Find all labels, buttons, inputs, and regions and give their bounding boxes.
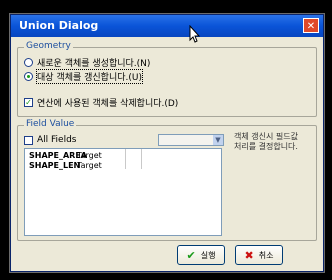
field-value-dropdown[interactable]: ▼ xyxy=(158,134,224,146)
cancel-button-label: 취소 xyxy=(258,250,274,260)
cancel-button[interactable]: ✖ 취소 xyxy=(235,245,283,265)
field-value: Target xyxy=(77,161,102,170)
checkbox-unchecked-icon xyxy=(24,135,33,145)
table-row[interactable]: SHAPE_LEN Target xyxy=(25,161,221,171)
radio-update-target[interactable]: 대상 객체를 갱신합니다.(U) xyxy=(24,69,143,84)
checkbox-checked-icon: ✓ xyxy=(24,98,33,107)
checkbox-delete-used[interactable]: ✓ 연산에 사용된 객체를 삭제합니다.(D) xyxy=(24,96,178,109)
mouse-cursor-icon xyxy=(189,25,201,43)
field-list[interactable]: SHAPE_AREA Target SHAPE_LEN Target xyxy=(24,148,222,236)
field-value-legend: Field Value xyxy=(24,119,77,129)
table-row[interactable]: SHAPE_AREA Target xyxy=(25,151,221,161)
radio-selected-icon xyxy=(24,72,33,81)
field-value-note: 객체 갱신시 필드값 처리를 결정합니다. xyxy=(234,132,298,151)
geometry-group: Geometry 새로운 객체를 생성합니다.(N) 대상 객체를 갱신합니다.… xyxy=(17,41,317,117)
cross-icon: ✖ xyxy=(244,248,254,262)
field-name: SHAPE_LEN xyxy=(29,161,81,170)
close-icon: ✕ xyxy=(306,21,316,32)
field-value-group: Field Value All Fields ▼ 객체 갱신시 필드값 처리를 … xyxy=(17,119,317,241)
checkbox-delete-used-label: 연산에 사용된 객체를 삭제합니다.(D) xyxy=(37,99,179,109)
ok-button-label: 실행 xyxy=(200,250,216,260)
radio-create-new-label: 새로운 객체를 생성합니다.(N) xyxy=(37,59,151,69)
title-bar[interactable]: Union Dialog ✕ xyxy=(11,15,323,37)
chevron-down-icon[interactable]: ▼ xyxy=(213,135,223,145)
field-value: Target xyxy=(77,151,102,160)
geometry-legend: Geometry xyxy=(24,41,73,51)
radio-icon xyxy=(24,58,33,67)
window-title: Union Dialog xyxy=(19,19,99,32)
checkbox-all-fields[interactable]: All Fields xyxy=(24,135,76,145)
checkmark-icon: ✔ xyxy=(186,248,196,262)
radio-create-new[interactable]: 새로운 객체를 생성합니다.(N) xyxy=(24,56,150,69)
checkbox-all-fields-label: All Fields xyxy=(37,135,77,145)
radio-update-target-label: 대상 객체를 갱신합니다.(U) xyxy=(36,69,143,84)
close-button[interactable]: ✕ xyxy=(303,18,319,33)
ok-button[interactable]: ✔ 실행 xyxy=(177,245,225,265)
union-dialog: Union Dialog ✕ Geometry 새로운 객체를 생성합니다.(N… xyxy=(10,14,324,272)
